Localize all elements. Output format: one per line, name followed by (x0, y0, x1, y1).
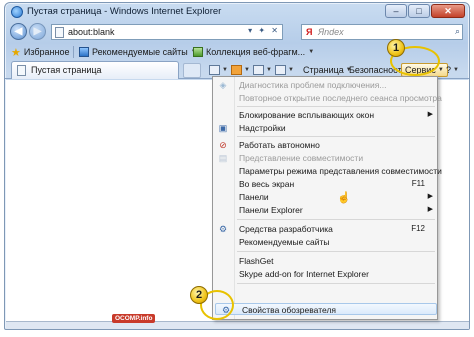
menu-item-developer-tools[interactable]: ⚙ Средства разработчика F12 (213, 223, 437, 235)
developer-tools-icon: ⚙ (218, 224, 228, 234)
menu-item-toolbars[interactable]: Панели ▶ (213, 191, 437, 203)
tab-blank-page[interactable]: Пустая страница (11, 61, 179, 79)
search-box[interactable]: Я Яndex ⌕ (301, 24, 463, 40)
menu-item-full-screen[interactable]: Во весь экран F11 (213, 178, 437, 190)
menu-item-skype-addon[interactable]: Skype add-on for Internet Explorer (213, 268, 437, 280)
tools-dropdown-menu: ◈ Диагностика проблем подключения... Пов… (212, 76, 442, 320)
address-bar[interactable]: about:blank ▾ ✦ ✕ (51, 24, 283, 40)
back-button[interactable]: ◀ (10, 23, 27, 40)
search-icon[interactable]: ⌕ (455, 26, 460, 37)
favorites-button[interactable]: ★ Избранное (11, 45, 70, 59)
step-badge-1: 1 (387, 39, 405, 57)
forward-button[interactable]: ▶ (29, 23, 46, 40)
title-bar: Пустая страница - Windows Internet Explo… (5, 3, 469, 21)
web-slices-label: Коллекция веб-фрагм... (206, 47, 306, 57)
minimize-button[interactable]: – (385, 4, 407, 18)
menu-separator (237, 283, 435, 284)
yandex-icon: Я (306, 27, 313, 37)
help-icon: ? (446, 65, 452, 75)
suggested-sites-icon (79, 47, 89, 57)
refresh-stop-buttons[interactable]: ▾ ✦ ✕ (248, 26, 280, 35)
chevron-right-icon: ▶ (427, 206, 433, 213)
menu-separator (237, 251, 435, 252)
suggested-sites-label: Рекомендуемые сайты (92, 47, 188, 57)
mail-button[interactable]: ▼ (253, 63, 272, 77)
status-bar (6, 321, 469, 329)
home-icon (209, 65, 220, 75)
divider (73, 46, 74, 58)
menu-separator (237, 136, 435, 137)
menu-item-suggested-sites[interactable]: Рекомендуемые сайты (213, 236, 437, 248)
web-slice-icon (193, 47, 203, 57)
window-title: Пустая страница - Windows Internet Explo… (27, 6, 222, 17)
mouse-cursor-icon: ☝ (337, 192, 351, 204)
page-menu-label: Страница (303, 65, 344, 75)
menu-item-compatibility-view[interactable]: ▤ Представление совместимости (213, 152, 437, 164)
menu-item-add-ons[interactable]: ▣ Надстройки (213, 122, 437, 134)
step-badge-2: 2 (190, 286, 208, 304)
new-tab-button[interactable] (183, 63, 201, 78)
rss-icon (231, 65, 242, 75)
web-slices-button[interactable]: Коллекция веб-фрагм... ▼ (193, 45, 314, 59)
feeds-button[interactable]: ▼ (231, 63, 250, 77)
menu-separator (237, 219, 435, 220)
page-menu-button[interactable]: Страница ▼ (303, 63, 352, 77)
chevron-right-icon: ▶ (427, 193, 433, 200)
maximize-button[interactable]: □ (408, 4, 430, 18)
ie-logo-icon (11, 6, 23, 18)
offline-icon: ⊘ (219, 140, 227, 150)
star-icon: ★ (11, 46, 21, 59)
watermark-logo: OCOMP.info (112, 314, 156, 323)
address-url[interactable]: about:blank (68, 27, 115, 37)
menu-item-work-offline[interactable]: ⊘ Работать автономно (213, 139, 437, 151)
add-ons-icon: ▣ (218, 123, 228, 133)
menu-item-explorer-bars[interactable]: Панели Explorer ▶ (213, 204, 437, 216)
menu-item-reopen-session[interactable]: Повторное открытие последнего сеанса про… (213, 92, 442, 104)
close-button[interactable]: ✕ (431, 4, 465, 18)
chevron-right-icon: ▶ (427, 111, 433, 118)
compatibility-icon: ▤ (218, 153, 228, 163)
suggested-sites-button[interactable]: Рекомендуемые сайты ▼ (79, 45, 197, 59)
print-button[interactable]: ▼ (275, 63, 294, 77)
menu-item-flashget[interactable]: FlashGet (213, 255, 437, 267)
home-button[interactable]: ▼ (209, 63, 228, 77)
help-button[interactable]: ? ▼ (446, 63, 459, 77)
page-icon (17, 65, 26, 76)
menu-separator (237, 106, 435, 107)
printer-icon (275, 65, 286, 75)
window-controls: – □ ✕ (385, 4, 465, 18)
page-icon (55, 27, 64, 38)
favorites-label: Избранное (23, 47, 70, 57)
menu-item-diagnose-connection[interactable]: ◈ Диагностика проблем подключения... (213, 79, 437, 91)
chevron-down-icon: ▼ (308, 49, 315, 55)
tab-label: Пустая страница (31, 65, 102, 75)
menu-item-internet-options[interactable]: ⚙ Свойства обозревателя (215, 303, 437, 315)
menu-item-popup-blocker[interactable]: Блокирование всплывающих окон ▶ (213, 109, 437, 121)
mail-icon (253, 65, 264, 75)
network-icon: ◈ (219, 80, 227, 90)
search-input[interactable]: Яndex (318, 27, 344, 37)
menu-item-compatibility-settings[interactable]: Параметры режима представления совместим… (213, 165, 442, 177)
